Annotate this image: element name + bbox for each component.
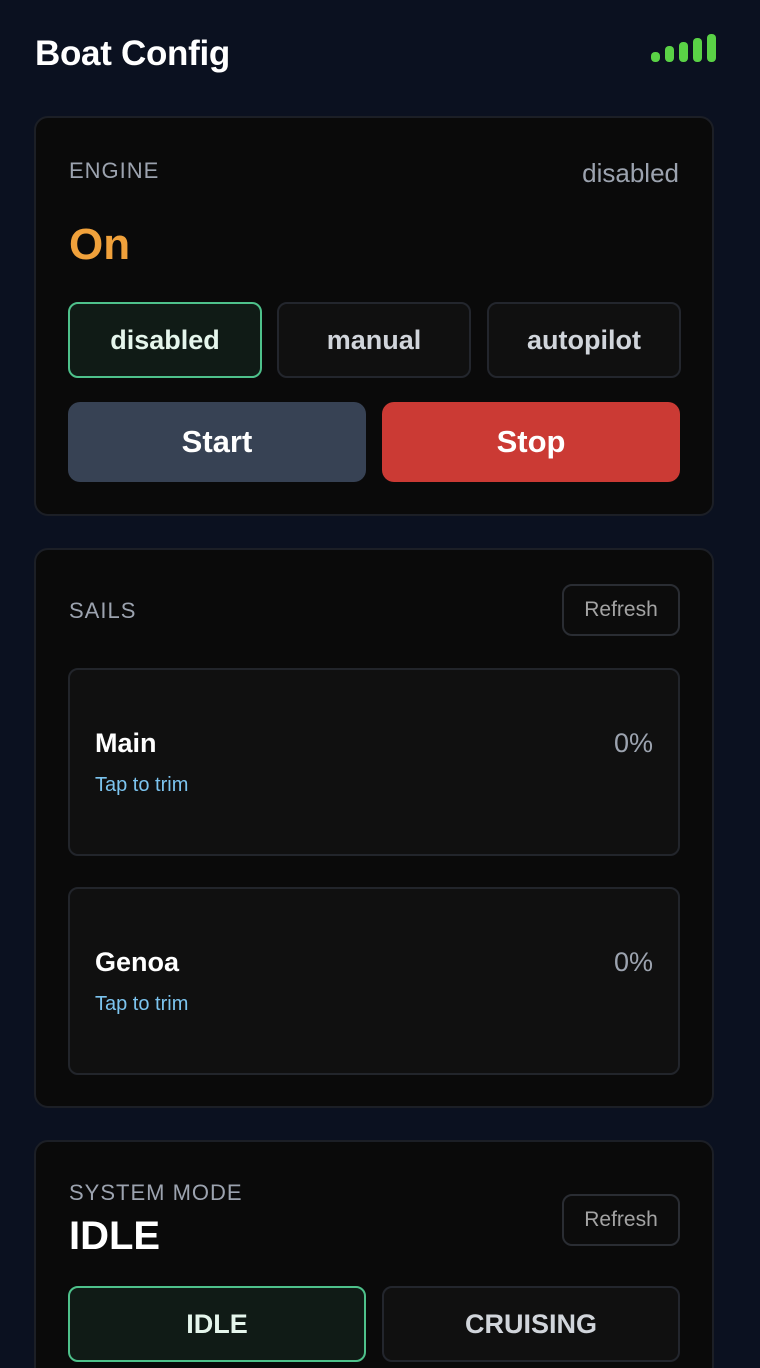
system-mode-label: SYSTEM MODE (69, 1180, 243, 1205)
signal-bar-4 (693, 38, 702, 62)
header: Boat Config (35, 34, 725, 80)
sails-refresh-button[interactable]: Refresh (562, 584, 680, 636)
signal-bar-1 (651, 52, 660, 62)
sail-name: Genoa (95, 947, 180, 977)
signal-bar-3 (679, 42, 688, 62)
app-root: Boat Config ENGINE disabled On disabled … (0, 0, 760, 1368)
engine-status: disabled (582, 158, 679, 188)
signal-strength-icon (651, 28, 723, 62)
sail-trim-hint: Tap to trim (95, 774, 189, 796)
sail-item-main[interactable]: Main Tap to trim 0% (68, 668, 680, 856)
system-mode-value: IDLE (69, 1214, 161, 1258)
engine-state: On (69, 220, 131, 269)
engine-card: ENGINE disabled On disabled manual autop… (34, 116, 714, 516)
sail-item-genoa[interactable]: Genoa Tap to trim 0% (68, 887, 680, 1075)
engine-mode-manual-button[interactable]: manual (277, 302, 471, 378)
engine-mode-autopilot-button[interactable]: autopilot (487, 302, 681, 378)
sail-name: Main (95, 728, 157, 758)
signal-bar-5 (707, 34, 716, 62)
engine-label: ENGINE (69, 158, 160, 183)
signal-bar-2 (665, 46, 674, 62)
engine-stop-button[interactable]: Stop (382, 402, 680, 482)
page-title: Boat Config (35, 34, 230, 73)
system-mode-refresh-button[interactable]: Refresh (562, 1194, 680, 1246)
sail-trim-value: 0% (613, 728, 653, 758)
sails-card: SAILS Refresh Main Tap to trim 0% Genoa … (34, 548, 714, 1108)
sail-trim-hint: Tap to trim (95, 993, 189, 1015)
system-mode-idle-button[interactable]: IDLE (68, 1286, 366, 1362)
engine-start-button[interactable]: Start (68, 402, 366, 482)
system-mode-card: SYSTEM MODE IDLE Refresh IDLE CRUISING (34, 1140, 714, 1368)
engine-mode-disabled-button[interactable]: disabled (68, 302, 262, 378)
sail-trim-value: 0% (613, 947, 653, 977)
system-mode-cruising-button[interactable]: CRUISING (382, 1286, 680, 1362)
sails-label: SAILS (69, 598, 137, 623)
